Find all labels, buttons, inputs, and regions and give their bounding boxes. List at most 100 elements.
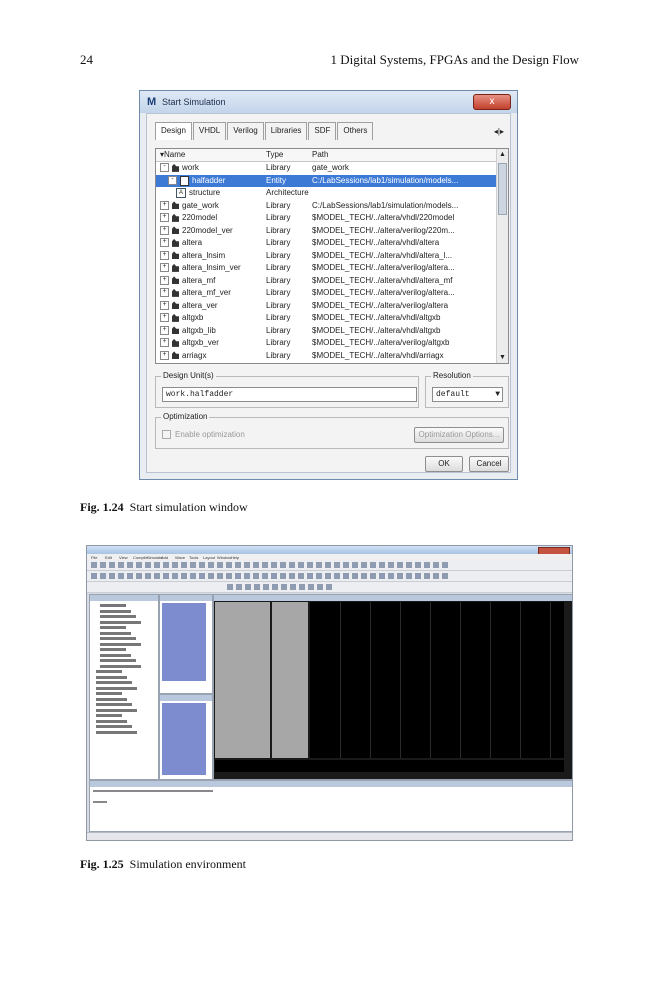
toolbar-button-icon[interactable] [271, 573, 277, 579]
toolbar-button-icon[interactable] [307, 562, 313, 568]
expand-icon[interactable]: + [160, 325, 169, 335]
toolbar-button-icon[interactable] [100, 573, 106, 579]
toolbar-button-icon[interactable] [163, 562, 169, 568]
expand-icon[interactable]: + [160, 350, 169, 360]
toolbar-button-icon[interactable] [253, 562, 259, 568]
toolbar-button-icon[interactable] [298, 562, 304, 568]
toolbar-button-icon[interactable] [254, 584, 260, 590]
library-tree-item[interactable] [96, 714, 122, 717]
toolbar-button-icon[interactable] [415, 562, 421, 568]
tab-scroll-arrows-icon[interactable]: ◂|▸ [494, 127, 504, 136]
toolbar-button-icon[interactable] [406, 573, 412, 579]
tab-vhdl[interactable]: VHDL [192, 122, 227, 140]
scroll-down-icon[interactable]: ▼ [497, 352, 508, 363]
tree-row[interactable]: + gate_work Library C:/LabSessions/lab1/sim… [156, 200, 496, 212]
toolbar-button-icon[interactable] [217, 573, 223, 579]
toolbar-button-icon[interactable] [442, 573, 448, 579]
toolbar-button-icon[interactable] [370, 573, 376, 579]
tree-row[interactable]: + altera Library $MODEL_TECH/../altera/vhdl… [156, 237, 496, 249]
toolbar-button-icon[interactable] [235, 573, 241, 579]
toolbar-button-icon[interactable] [263, 584, 269, 590]
toolbar-button-icon[interactable] [442, 562, 448, 568]
expand-icon[interactable]: + [160, 288, 169, 298]
toolbar-button-icon[interactable] [208, 573, 214, 579]
library-tree-item[interactable] [100, 659, 136, 662]
toolbar-button-icon[interactable] [316, 573, 322, 579]
toolbar-button-icon[interactable] [154, 562, 160, 568]
toolbar-button-icon[interactable] [280, 562, 286, 568]
tab-others[interactable]: Others [337, 122, 374, 140]
tree-row[interactable]: +220model Library $MODEL_TECH/../altera/vh… [156, 212, 496, 224]
library-tree-item[interactable] [96, 730, 137, 734]
toolbar-button-icon[interactable] [343, 562, 349, 568]
toolbar-button-icon[interactable] [334, 562, 340, 568]
collapse-icon[interactable]: - [160, 163, 169, 173]
library-tree-item[interactable] [96, 670, 122, 673]
tree-row[interactable]: + altera_mf Library $MODEL_TECH/../altera/v… [156, 275, 496, 287]
toolbar-button-icon[interactable] [172, 573, 178, 579]
toolbar-button-icon[interactable] [127, 573, 133, 579]
toolbar-button-icon[interactable] [308, 584, 314, 590]
library-tree-item[interactable] [100, 653, 131, 657]
library-tree-item[interactable] [96, 675, 127, 679]
toolbar-button-icon[interactable] [190, 573, 196, 579]
toolbar-button-icon[interactable] [424, 573, 430, 579]
toolbar-button-icon[interactable] [289, 573, 295, 579]
library-tree-item[interactable] [100, 648, 126, 651]
toolbar-button-icon[interactable] [199, 573, 205, 579]
toolbar-button-icon[interactable] [290, 584, 296, 590]
wave-pane[interactable] [213, 594, 572, 780]
toolbar-button-icon[interactable] [118, 573, 124, 579]
processes-pane[interactable] [159, 694, 213, 780]
close-button[interactable]: x [473, 94, 511, 110]
toolbar-button-icon[interactable] [190, 562, 196, 568]
toolbar-button-icon[interactable] [118, 562, 124, 568]
toolbar-button-icon[interactable] [109, 573, 115, 579]
expand-icon[interactable]: + [160, 250, 169, 260]
expand-icon[interactable]: + [160, 263, 169, 273]
library-tree-item[interactable] [96, 703, 132, 706]
toolbar-button-icon[interactable] [208, 562, 214, 568]
toolbar-button-icon[interactable] [388, 562, 394, 568]
toolbar-button-icon[interactable] [307, 573, 313, 579]
column-header-path[interactable]: Path [312, 150, 328, 159]
toolbar-button-icon[interactable] [236, 584, 242, 590]
column-header-type[interactable]: Type [266, 150, 283, 159]
toolbar-button-icon[interactable] [136, 562, 142, 568]
tree-row[interactable]: Astructure Architecture [156, 187, 496, 199]
toolbar-button-icon[interactable] [172, 562, 178, 568]
toolbar-button-icon[interactable] [281, 584, 287, 590]
tree-row[interactable]: - Ehalfadder Entity C:/LabSessions/lab1/sim… [156, 174, 496, 187]
tree-row[interactable]: + altera_lnsim_ver Library $MODEL_TECH/../a… [156, 262, 496, 274]
library-tree-item[interactable] [100, 609, 131, 613]
expand-icon[interactable]: + [160, 275, 169, 285]
scrollbar-thumb[interactable] [498, 163, 507, 215]
library-tree-item[interactable] [100, 626, 126, 629]
tree-row[interactable]: + altera_mf_ver Library $MODEL_TECH/../alte… [156, 287, 496, 299]
library-pane[interactable] [89, 594, 159, 780]
toolbar-button-icon[interactable] [397, 562, 403, 568]
toolbar-button-icon[interactable] [262, 573, 268, 579]
toolbar-button-icon[interactable] [334, 573, 340, 579]
tab-design[interactable]: Design [155, 122, 192, 140]
cancel-button[interactable]: Cancel [469, 456, 509, 472]
collapse-icon[interactable]: - [168, 176, 177, 185]
column-header-name[interactable]: ▾Name [160, 150, 185, 159]
toolbar-button-icon[interactable] [316, 562, 322, 568]
toolbar-button-icon[interactable] [253, 573, 259, 579]
expand-icon[interactable]: + [160, 213, 169, 223]
toolbar-button-icon[interactable] [145, 573, 151, 579]
toolbar-button-icon[interactable] [136, 573, 142, 579]
resolution-select[interactable]: default ▼ [432, 387, 503, 402]
design-tree[interactable]: ▾Name Type Path - work Library gate_work - Eh… [155, 148, 509, 364]
tree-row[interactable]: + altera_lnsim Library $MODEL_TECH/../alter… [156, 250, 496, 262]
toolbar-button-icon[interactable] [271, 562, 277, 568]
toolbar-button-icon[interactable] [244, 562, 250, 568]
library-tree-item[interactable] [96, 725, 132, 728]
library-tree-item[interactable] [100, 631, 131, 635]
toolbar-button-icon[interactable] [397, 573, 403, 579]
toolbar-button-icon[interactable] [433, 573, 439, 579]
toolbar-button-icon[interactable] [317, 584, 323, 590]
toolbar-button-icon[interactable] [379, 573, 385, 579]
library-tree-item[interactable] [96, 697, 127, 701]
